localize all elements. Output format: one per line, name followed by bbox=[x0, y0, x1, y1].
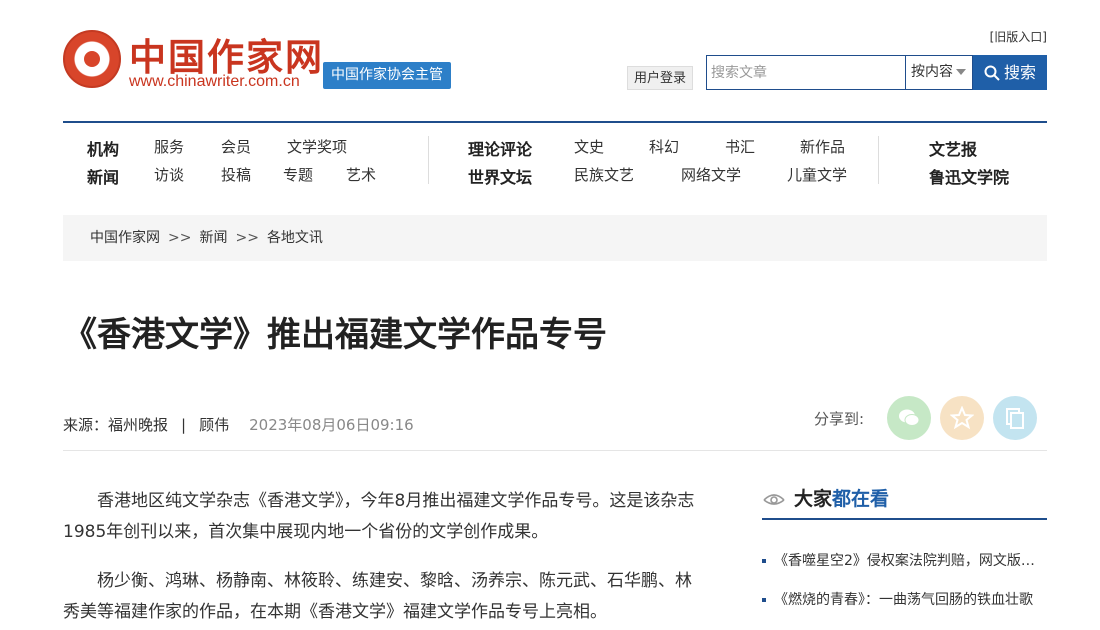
nav-item-news[interactable]: 新闻 bbox=[87, 164, 119, 188]
site-logo[interactable]: 中国作家网 www.chinawriter.com.cn bbox=[63, 27, 323, 93]
popular-item[interactable]: 《香噬星空2》侵权案法院判赔，网文版权保护再获关注 bbox=[762, 550, 1047, 570]
nav-item-wenyibao[interactable]: 文艺报 bbox=[929, 136, 977, 160]
logo-url-text: www.chinawriter.com.cn bbox=[129, 73, 300, 90]
nav-item-theory[interactable]: 理论评论 bbox=[468, 136, 532, 160]
search-button[interactable]: 搜索 bbox=[973, 55, 1047, 90]
star-icon bbox=[950, 406, 974, 430]
logo-emblem-icon bbox=[63, 30, 121, 88]
nav-item-member[interactable]: 会员 bbox=[221, 136, 251, 157]
old-version-link[interactable]: [旧版入口] bbox=[990, 28, 1047, 45]
share-favorite-button[interactable] bbox=[940, 396, 984, 440]
wechat-icon bbox=[899, 409, 920, 426]
article-author: 顾伟 bbox=[199, 416, 230, 434]
breadcrumb-separator: >> bbox=[235, 230, 259, 246]
nav-item-art[interactable]: 艺术 bbox=[346, 164, 376, 185]
nav-item-topics[interactable]: 专题 bbox=[283, 164, 313, 185]
breadcrumb-home[interactable]: 中国作家网 bbox=[90, 230, 160, 246]
popular-item-title: 《燃烧的青春》：一曲荡气回肠的铁血壮歌 bbox=[774, 592, 1033, 608]
bullet-icon bbox=[762, 598, 766, 602]
eye-icon bbox=[763, 494, 785, 505]
supervisor-badge: 中国作家协会主管 bbox=[323, 62, 451, 89]
search-scope-label: 按内容 bbox=[911, 64, 953, 80]
nav-top-border bbox=[63, 121, 1047, 123]
article-meta: 来源：福州晚报 | 顾伟 2023年08月06日09:16 bbox=[63, 414, 414, 435]
article-title: 《香港文学》推出福建文学作品专号 bbox=[63, 315, 607, 355]
source-label: 来源： bbox=[63, 416, 109, 434]
article-paragraph: 杨少衡、鸿琳、杨静南、林筱聆、练建安、黎晗、汤养宗、陈元武、石华鹏、林秀美等福建… bbox=[63, 571, 692, 622]
search-input[interactable] bbox=[706, 55, 906, 90]
chevron-down-icon bbox=[956, 69, 966, 75]
nav-item-children[interactable]: 儿童文学 bbox=[787, 164, 847, 185]
nav-item-world-lit[interactable]: 世界文坛 bbox=[468, 164, 532, 188]
share-copy-button[interactable] bbox=[993, 396, 1037, 440]
login-button[interactable]: 用户登录 bbox=[627, 66, 694, 90]
nav-item-new-works[interactable]: 新作品 bbox=[800, 136, 845, 157]
nav-divider bbox=[428, 136, 429, 184]
search-icon bbox=[984, 65, 1000, 81]
copy-icon bbox=[1006, 408, 1024, 429]
nav-item-interview[interactable]: 访谈 bbox=[154, 164, 184, 185]
breadcrumb-separator: >> bbox=[168, 230, 192, 246]
article-paragraph: 香港地区纯文学杂志《香港文学》，今年8月推出福建文学作品专号。这是该杂志1985… bbox=[63, 491, 695, 542]
popular-header: 大家都在看 bbox=[762, 484, 1047, 520]
article-source: 福州晚报 bbox=[108, 416, 169, 434]
nav-item-books[interactable]: 书汇 bbox=[725, 136, 755, 157]
meta-divider bbox=[63, 450, 1047, 451]
nav-item-service[interactable]: 服务 bbox=[154, 136, 184, 157]
breadcrumb-regional[interactable]: 各地文讯 bbox=[267, 230, 323, 246]
breadcrumb-news[interactable]: 新闻 bbox=[199, 230, 227, 246]
share-wechat-button[interactable] bbox=[887, 396, 931, 440]
bullet-icon bbox=[762, 559, 766, 563]
meta-separator: | bbox=[181, 416, 187, 434]
popular-title-b: 都在看 bbox=[832, 488, 890, 510]
nav-item-web-lit[interactable]: 网络文学 bbox=[681, 164, 741, 185]
nav-item-submit[interactable]: 投稿 bbox=[221, 164, 251, 185]
share-label: 分享到: bbox=[814, 410, 865, 428]
nav-divider bbox=[878, 136, 879, 184]
nav-item-scifi[interactable]: 科幻 bbox=[649, 136, 679, 157]
nav-item-awards[interactable]: 文学奖项 bbox=[287, 136, 347, 157]
article-date: 2023年08月06日09:16 bbox=[249, 416, 414, 434]
popular-title-a: 大家 bbox=[794, 488, 833, 510]
breadcrumb: 中国作家网 >> 新闻 >> 各地文讯 bbox=[63, 215, 1047, 261]
popular-item[interactable]: 《燃烧的青春》：一曲荡气回肠的铁血壮歌 bbox=[762, 589, 1047, 609]
main-nav: 机构 服务 会员 文学奖项 新闻 访谈 投稿 专题 艺术 理论评论 文史 科幻 … bbox=[63, 132, 1047, 192]
nav-item-ethnic[interactable]: 民族文艺 bbox=[574, 164, 634, 185]
popular-title: 大家都在看 bbox=[794, 484, 889, 511]
popular-item-title: 《香噬星空2》侵权案法院判赔，网文版权保护再获关注 bbox=[774, 553, 1047, 569]
nav-item-history[interactable]: 文史 bbox=[574, 136, 604, 157]
search-scope-select[interactable]: 按内容 bbox=[906, 55, 973, 90]
nav-item-luxun[interactable]: 鲁迅文学院 bbox=[929, 164, 1009, 188]
search-button-label: 搜索 bbox=[1003, 63, 1036, 82]
nav-item-org[interactable]: 机构 bbox=[87, 136, 119, 160]
